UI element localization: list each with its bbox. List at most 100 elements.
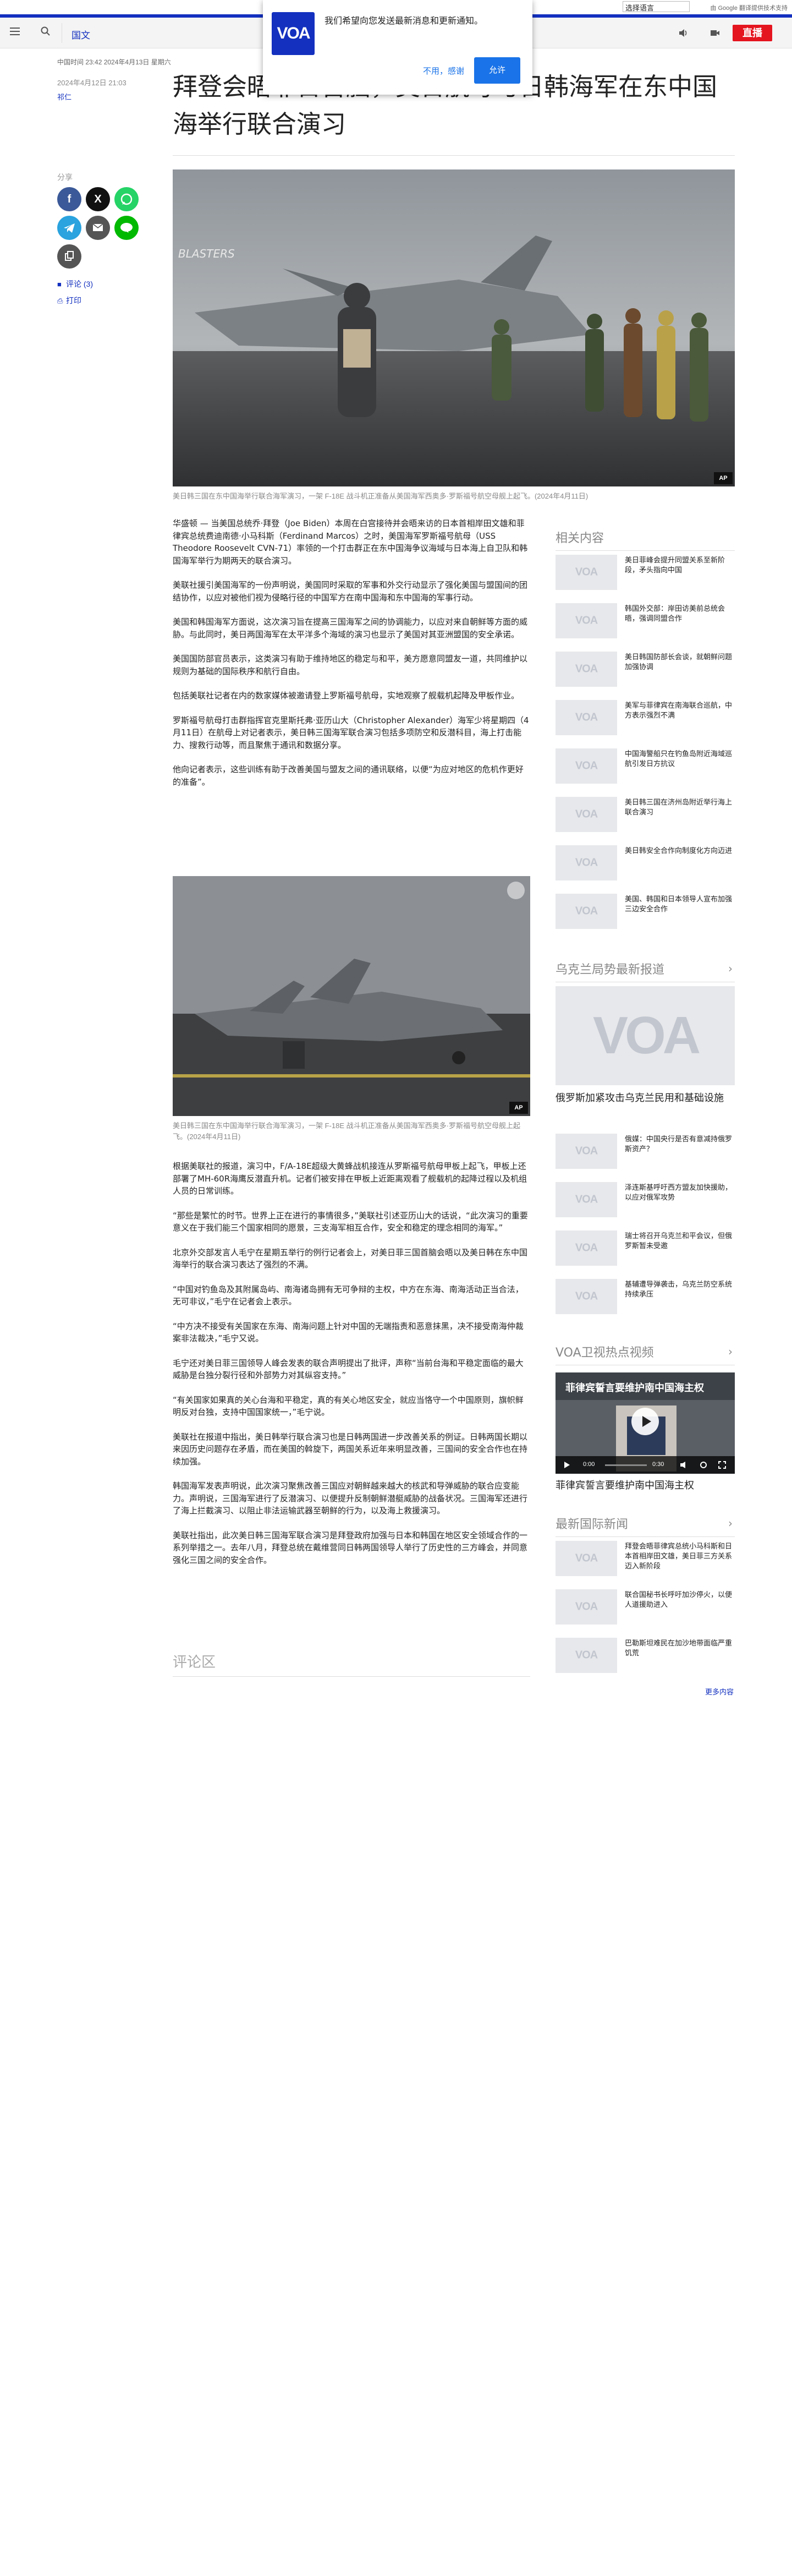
print-link[interactable]: ⎙ 打印 — [57, 295, 81, 306]
thumbnail: VOA — [556, 1182, 617, 1217]
thumbnail: VOA — [556, 652, 617, 687]
search-icon[interactable] — [41, 26, 51, 36]
paragraph: “中方决不接受有关国家在东海、南海问题上针对中国的无端指责和恶意抹黑，决不接受南… — [173, 1321, 524, 1344]
ukraine-item[interactable]: VOA 瑞士将召开乌克兰和平会议，但俄罗斯暂未受邀 — [556, 1230, 735, 1270]
video-progress[interactable] — [605, 1464, 647, 1466]
comments-divider — [173, 1676, 530, 1677]
decline-button[interactable]: 不用，感谢 — [423, 65, 464, 76]
title-divider — [173, 155, 735, 156]
video-duration: 0:30 — [652, 1461, 664, 1468]
fullscreen-icon[interactable] — [718, 1461, 726, 1469]
expand-icon[interactable] — [507, 882, 525, 899]
video-time: 0:00 — [583, 1461, 595, 1468]
related-item[interactable]: VOA 中国海警船只在钓鱼岛附近海域巡航引发日方抗议 — [556, 748, 735, 788]
article-body-top: 华盛顿 — 当美国总统乔·拜登（Joe Biden）本周在白宫接待并会晤来访的日… — [173, 517, 530, 800]
ap-watermark: AP — [714, 472, 733, 484]
video-caption[interactable]: 菲律宾誓言要维护南中国海主权 — [556, 1478, 735, 1494]
related-item[interactable]: VOA 韩国外交部：岸田访美前总统会晤，强调同盟合作 — [556, 603, 735, 643]
voa-logo: VOA — [272, 12, 315, 55]
related-item[interactable]: VOA 美日菲峰会提升同盟关系至新阶段，矛头指向中国 — [556, 555, 735, 594]
more-link[interactable]: 更多内容 — [705, 1686, 734, 1697]
audio-icon[interactable] — [678, 28, 689, 39]
video-player[interactable]: 菲律宾誓言要维护南中国海主权 0:00 0:30 — [556, 1372, 735, 1474]
thumbnail: VOA — [556, 748, 617, 784]
copy-link-icon[interactable] — [57, 244, 81, 269]
video-title: 菲律宾誓言要维护南中国海主权 — [565, 1382, 704, 1394]
video-controls: 0:00 0:30 — [556, 1456, 735, 1474]
paragraph: 毛宁还对美日菲三国领导人峰会发表的联合声明提出了批评，声称“当前台海和平稳定面临… — [173, 1358, 524, 1381]
thumbnail: VOA — [556, 700, 617, 735]
ukraine-heading[interactable]: 乌克兰局势最新报道 › — [556, 960, 735, 982]
chevron-right-icon: › — [728, 1345, 733, 1358]
paragraph: “中国对钓鱼岛及其附属岛屿、南海诸岛拥有无可争辩的主权，中方在东海、南海活动正当… — [173, 1284, 524, 1307]
paragraph: 北京外交部发言人毛宁在星期五举行的例行记者会上，对美日菲三国首脑会晤以及美日韩在… — [173, 1247, 528, 1270]
news-heading[interactable]: 最新国际新闻 › — [556, 1514, 735, 1537]
line-icon[interactable] — [114, 216, 139, 240]
thumbnail: VOA — [556, 797, 617, 832]
paragraph: 美国国防部官员表示，这类演习有助于维持地区的稳定与和平，美方愿意同盟友一道，共同… — [173, 654, 528, 676]
author-link[interactable]: 祁仁 — [57, 91, 72, 102]
related-item[interactable]: VOA 美军与菲律宾在南海联合巡航，中方表示强烈不满 — [556, 700, 735, 740]
menu-icon[interactable] — [10, 28, 20, 35]
thumbnail: VOA — [556, 1279, 617, 1314]
paragraph: 华盛顿 — 当美国总统乔·拜登（Joe Biden）本周在白宫接待并会晤来访的日… — [173, 518, 528, 566]
related-item[interactable]: VOA 美国、韩国和日本领导人宣布加强三边安全合作 — [556, 894, 735, 933]
thumbnail: VOA — [556, 1638, 617, 1673]
chevron-right-icon: › — [728, 1517, 733, 1530]
ukraine-item[interactable]: VOA 俄媒：中国央行是否有意减持俄罗斯资产？ — [556, 1134, 735, 1173]
thumbnail: VOA — [556, 845, 617, 880]
volume-icon[interactable] — [680, 1461, 689, 1469]
live-button[interactable]: 直播 — [733, 25, 772, 41]
notification-message: 我们希望向您发送最新消息和更新通知。 — [324, 17, 483, 26]
share-label: 分享 — [57, 173, 73, 182]
video-icon[interactable] — [710, 28, 721, 39]
section-link[interactable]: 国文 — [72, 28, 90, 41]
thumbnail: VOA — [556, 555, 617, 590]
paragraph: 美联社在报道中指出，美日韩举行联合演习也是日韩两国进一步改善关系的例证。日韩两国… — [173, 1431, 528, 1467]
email-icon[interactable] — [86, 216, 110, 240]
play-small-icon[interactable] — [563, 1461, 571, 1469]
language-select[interactable]: 选择语言 — [623, 1, 690, 12]
comments-link[interactable]: ■ 评论 (3) — [57, 278, 93, 289]
hero-photo: BLASTERS AP — [173, 169, 735, 486]
paragraph: 韩国海军发表声明说，此次演习聚焦改善三国应对朝鲜越来越大的核武和导弹威胁的联合应… — [173, 1481, 528, 1516]
paragraph: “有关国家如果真的关心台海和平稳定，真的有关心地区安全，就应当恪守一个中国原则，… — [173, 1394, 524, 1418]
news-item[interactable]: VOA 拜登会晤菲律宾总统小马科斯和日本首相岸田文雄，美日菲三方关系迈入新阶段 — [556, 1541, 735, 1580]
ukraine-item[interactable]: VOA 基辅遭导弹袭击，乌克兰防空系统持续承压 — [556, 1279, 735, 1319]
ukraine-lead-image[interactable]: VOA — [556, 986, 735, 1085]
comments-heading: 评论区 — [173, 1654, 216, 1671]
paragraph: 美联社指出，此次美日韩三国海军联合演习是拜登政府加强与日本和韩国在地区安全领域合… — [173, 1530, 528, 1565]
printer-icon: ⎙ — [57, 297, 63, 305]
thumbnail: VOA — [556, 894, 617, 929]
chevron-right-icon: › — [728, 962, 733, 975]
related-item[interactable]: VOA 美日韩安全合作向制度化方向迈进 — [556, 845, 735, 885]
ap-watermark: AP — [509, 1102, 528, 1114]
settings-icon[interactable] — [700, 1461, 707, 1469]
paragraph: 罗斯福号航母打击群指挥官克里斯托弗·亚历山大（Christopher Alexa… — [173, 715, 529, 750]
publish-date: 2024年4月12日 21:03 — [57, 79, 127, 87]
ukraine-lead-title[interactable]: 俄罗斯加紧攻击乌克兰民用和基础设施 — [556, 1091, 735, 1106]
news-item[interactable]: VOA 巴勒斯坦难民在加沙地带面临严重饥荒 — [556, 1638, 735, 1677]
facebook-icon[interactable]: f — [57, 187, 81, 211]
telegram-icon[interactable] — [57, 216, 81, 240]
thumbnail: VOA — [556, 1541, 617, 1576]
related-item[interactable]: VOA 美日韩三国在济州岛附近举行海上联合演习 — [556, 797, 735, 836]
x-twitter-icon[interactable]: X — [86, 187, 110, 211]
article-body-bottom: 根据美联社的报道，演习中，F/A-18E超级大黄蜂战机接连从罗斯福号航母甲板上起… — [173, 1160, 530, 1578]
hero-caption: 美日韩三国在东中国海举行联合海军演习，一架 F-18E 战斗机正准备从美国海军西… — [173, 492, 588, 500]
related-item[interactable]: VOA 美日韩国防部长会谈，就朝鲜问题加强协调 — [556, 652, 735, 691]
related-heading: 相关内容 — [556, 528, 735, 551]
ukraine-item[interactable]: VOA 泽连斯基呼吁西方盟友加快援助，以应对俄军攻势 — [556, 1182, 735, 1222]
play-icon[interactable] — [631, 1408, 659, 1435]
notification-prompt: VOA 我们希望向您发送最新消息和更新通知。 不用，感谢 允许 — [263, 0, 532, 95]
comment-icon: ■ — [57, 280, 62, 288]
translate-credit: 由 Google 翻译提供技术支持 — [710, 5, 788, 12]
video-heading[interactable]: VOA卫视热点视频 › — [556, 1343, 735, 1365]
allow-button[interactable]: 允许 — [474, 57, 520, 84]
thumbnail: VOA — [556, 603, 617, 638]
thumbnail: VOA — [556, 1230, 617, 1266]
svg-text:BLASTERS: BLASTERS — [178, 247, 235, 260]
news-item[interactable]: VOA 联合国秘书长呼吁加沙停火，以便人道援助进入 — [556, 1589, 735, 1629]
breadcrumb: 中国时间 23:42 2024年4月13日 星期六 — [57, 58, 171, 66]
whatsapp-icon[interactable] — [114, 187, 139, 211]
